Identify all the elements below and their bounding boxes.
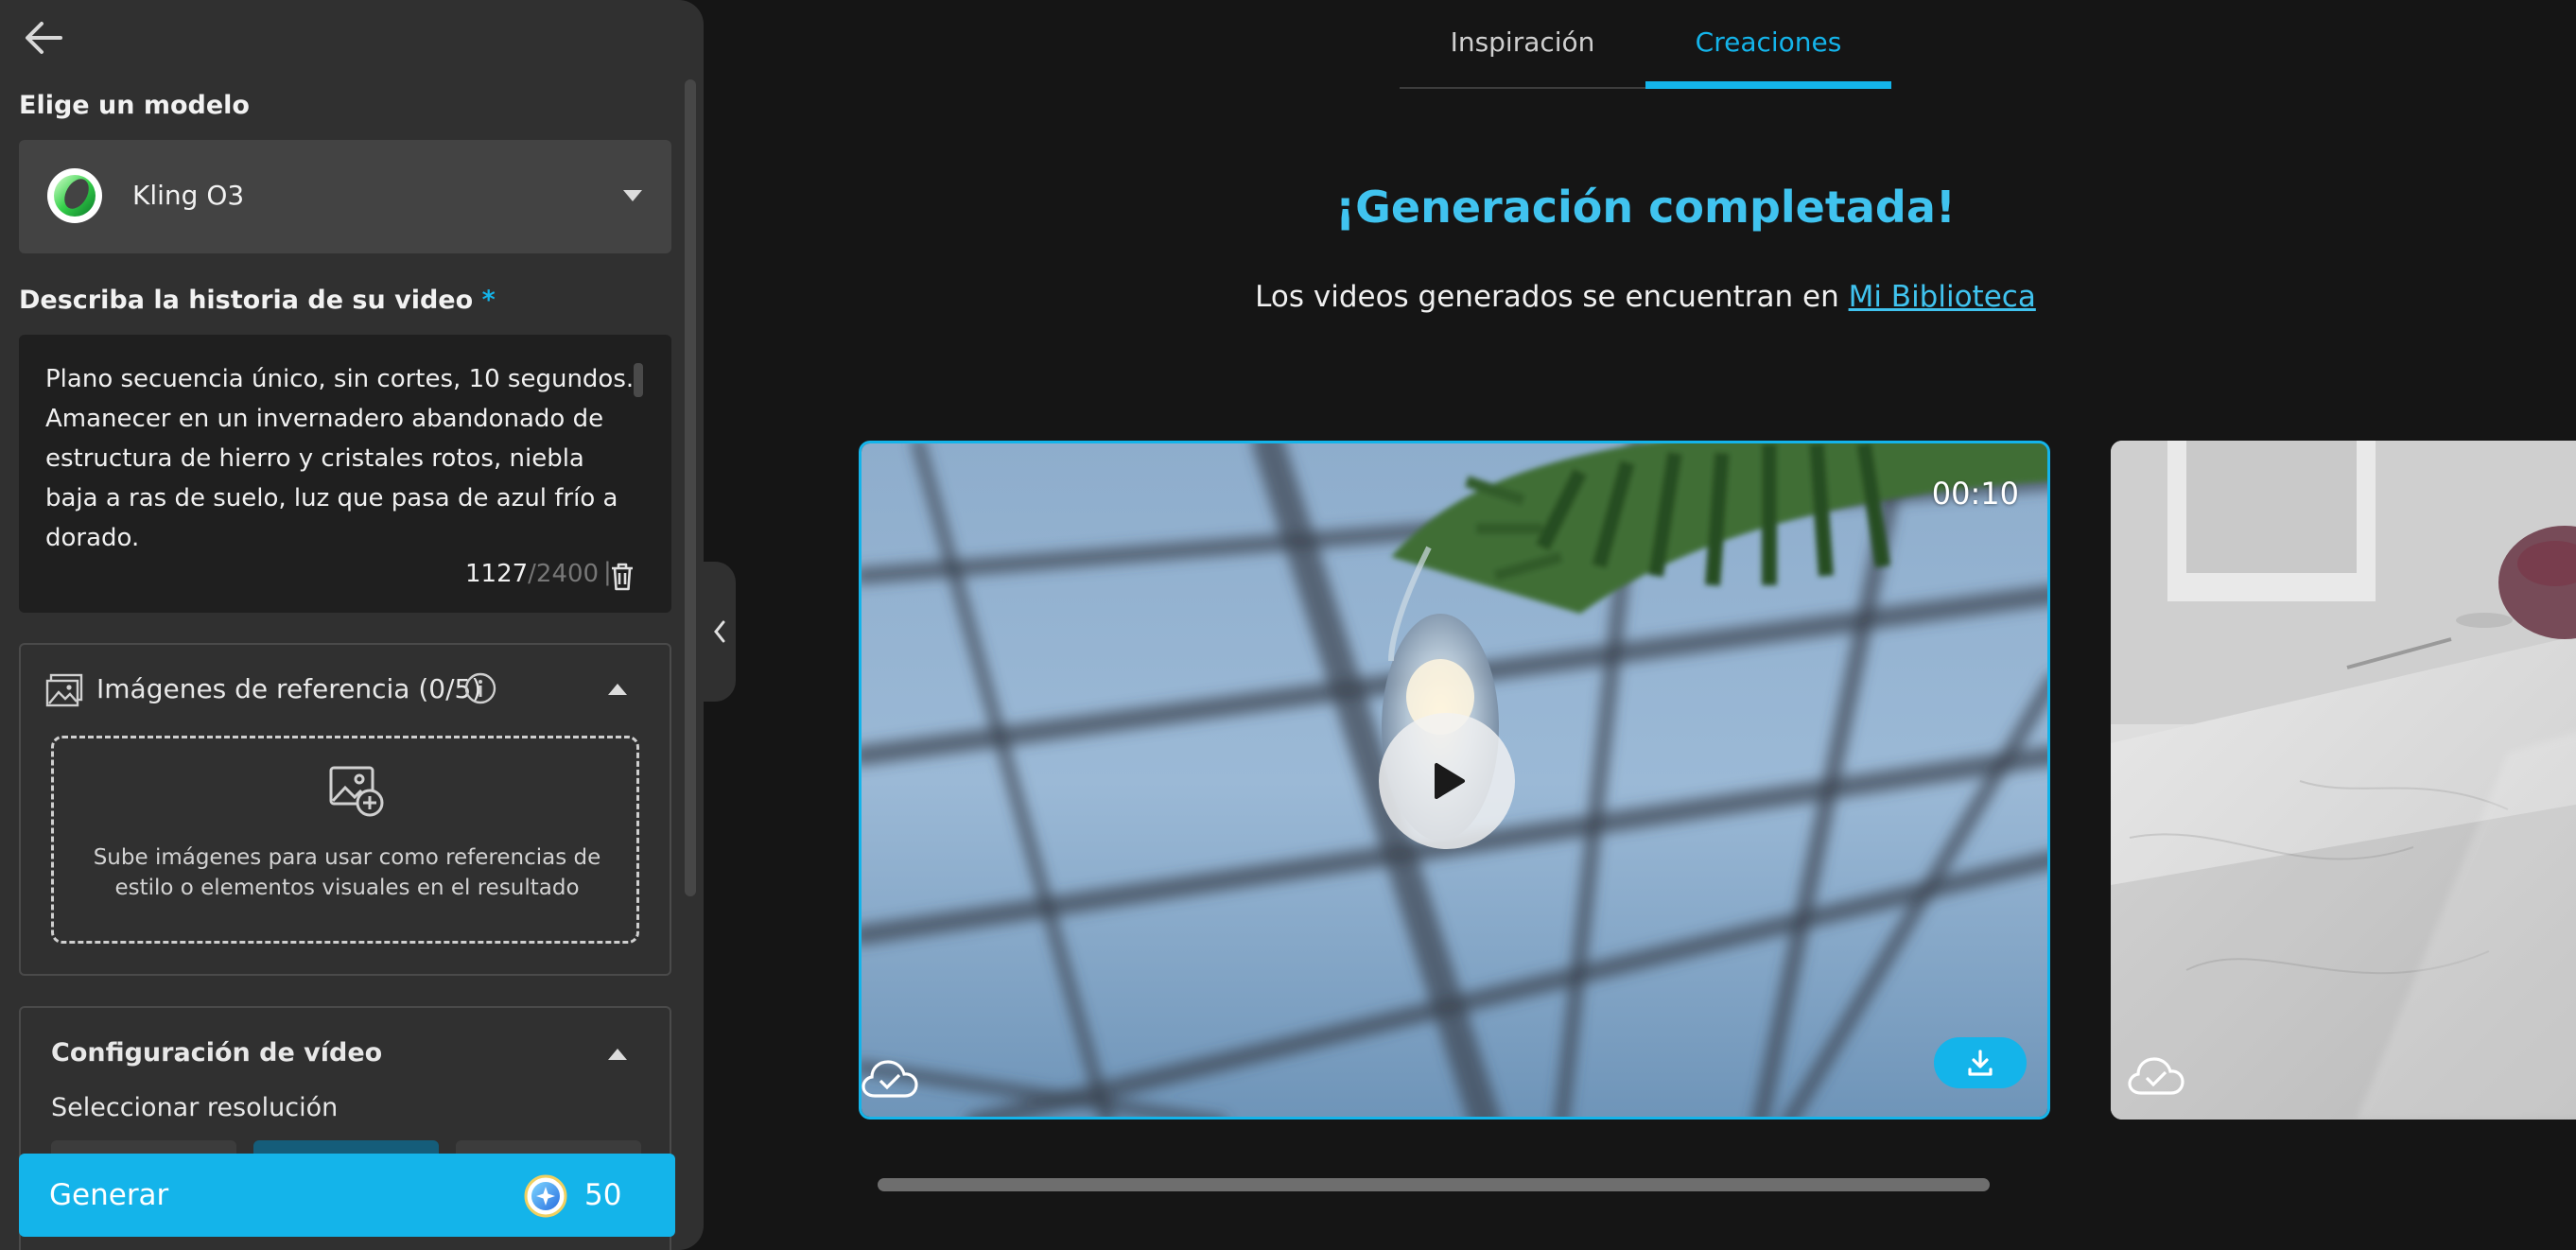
video-config-title[interactable]: Configuración de vídeo [51,1038,382,1068]
generate-label: Generar [49,1178,169,1212]
char-count: 1127 [465,560,529,588]
prompt-text[interactable]: Plano secuencia único, sin cortes, 10 se… [45,359,641,548]
back-button[interactable] [23,19,64,57]
model-section-label: Elige un modelo [19,91,250,120]
active-tab-indicator [1645,81,1891,89]
model-logo [47,168,102,223]
reference-images-title: Imágenes de referencia (0/5) [96,673,482,704]
generate-cost: 50 [584,1178,622,1212]
dropzone-text: Sube imágenes para usar como referencias… [93,845,601,900]
model-name: Kling O3 [132,180,245,211]
generate-button[interactable]: Generar 50 [19,1154,675,1237]
chevron-left-icon [714,620,725,643]
cloud-check-icon[interactable] [2128,1055,2184,1099]
prompt-scrollbar[interactable] [634,363,643,397]
info-icon[interactable] [463,671,497,705]
video-card-selected[interactable]: 00:10 [859,441,2050,1120]
collapse-panel-button[interactable] [704,562,736,702]
image-upload-dropzone[interactable]: Sube imágenes para usar como referencias… [51,736,639,944]
generation-panel: Elige un modelo Kling O3 Describa la his… [0,0,704,1250]
chevron-down-icon [623,190,642,201]
model-dropdown[interactable]: Kling O3 [19,140,671,253]
back-arrow-icon [26,22,62,54]
add-image-icon [329,766,384,817]
chevron-up-icon[interactable] [607,683,628,696]
play-icon[interactable] [1378,712,1516,850]
video-card[interactable] [2111,441,2576,1120]
prompt-section-label: Describa la historia de su video * [19,286,496,315]
tab-creaciones[interactable]: Creaciones [1645,26,1891,58]
library-link[interactable]: Mi Biblioteca [1849,280,2036,314]
prompt-label-text: Describa la historia de su video [19,286,474,315]
video-duration: 00:10 [1931,476,2019,512]
char-counter: 1127/2400 [465,560,599,588]
reference-images-section: Imágenes de referencia (0/5) Sube imágen… [19,643,671,976]
clear-prompt-button[interactable] [609,562,635,592]
video-thumbnail [2111,441,2576,1120]
library-notice-text: Los videos generados se encuentran en [1255,280,1849,314]
panel-scrollbar[interactable] [685,79,696,896]
cloud-check-icon[interactable] [862,1058,918,1102]
image-gallery-icon [45,673,83,707]
download-icon [1968,1050,1993,1076]
prompt-textarea[interactable]: Plano secuencia único, sin cortes, 10 se… [19,335,671,613]
char-max: /2400 [528,560,600,588]
download-button[interactable] [1934,1037,2027,1088]
required-mark: * [481,286,496,315]
trash-icon [612,563,633,591]
credit-icon [524,1174,567,1218]
resolution-label: Seleccionar resolución [51,1093,339,1122]
carousel-scrollbar[interactable] [878,1178,1990,1191]
library-notice: Los videos generados se encuentran en Mi… [1078,280,2213,314]
completion-headline: ¡Generación completada! [1335,182,1956,233]
chevron-up-icon[interactable] [607,1048,628,1061]
tab-inspiracion[interactable]: Inspiración [1400,26,1645,58]
reference-images-header[interactable]: Imágenes de referencia (0/5) [21,645,670,736]
